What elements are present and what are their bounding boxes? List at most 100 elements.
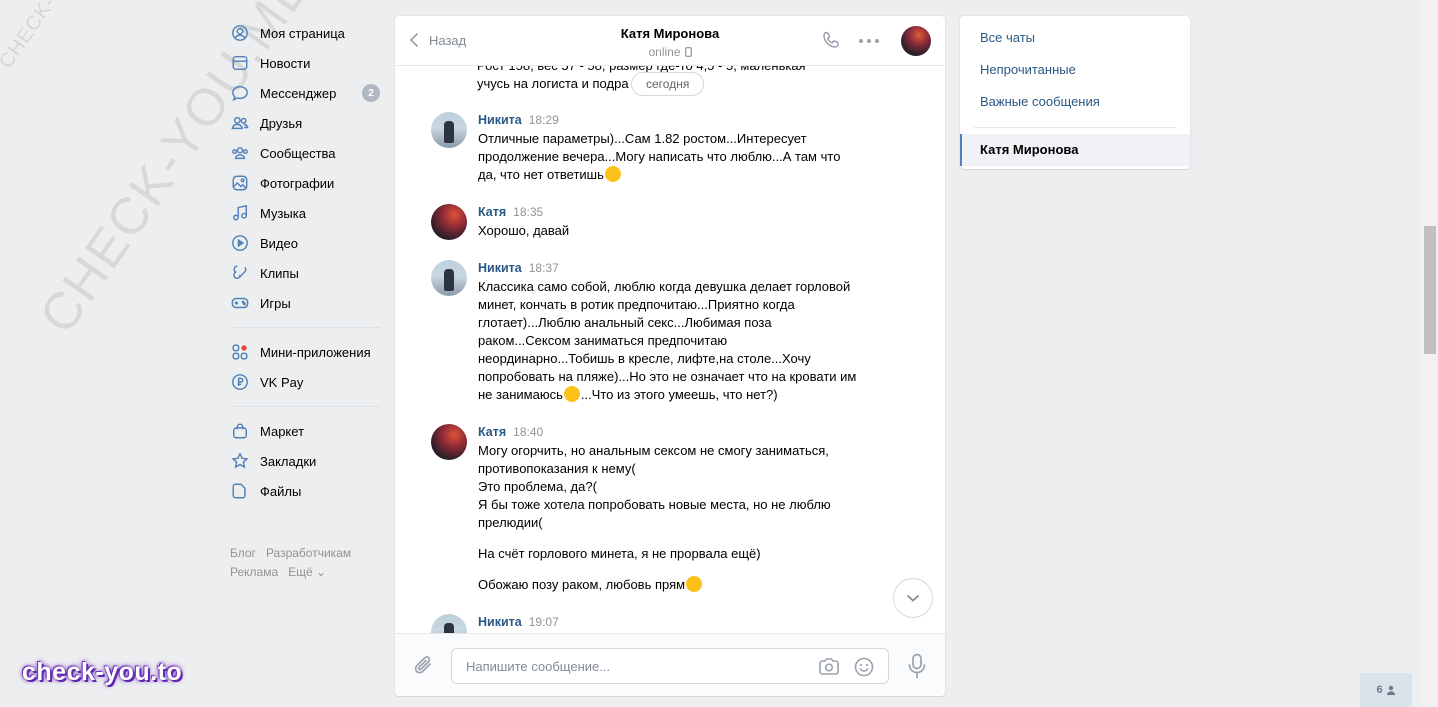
panel-divider bbox=[974, 127, 1176, 128]
filter-important[interactable]: Важные сообщения bbox=[960, 86, 1190, 118]
nav-item-communities[interactable]: Сообщества bbox=[230, 138, 380, 168]
page-scrollbar[interactable] bbox=[1422, 0, 1438, 707]
unread-badge: 2 bbox=[362, 84, 380, 102]
chat-filters-panel: Все чаты Непрочитанные Важные сообщения … bbox=[960, 16, 1190, 169]
nav-label: Фотографии bbox=[260, 175, 335, 191]
watermark-brand: check-you.to bbox=[22, 658, 183, 686]
nav-item-my-page[interactable]: Моя страница bbox=[230, 18, 380, 48]
paperclip-icon[interactable] bbox=[413, 653, 435, 677]
message-text: Могу огорчить, но анальным сексом не смо… bbox=[478, 443, 831, 530]
footer-link-dev[interactable]: Разработчикам bbox=[266, 546, 351, 560]
nav-label: Мини-приложения bbox=[260, 344, 371, 360]
message-time: 18:35 bbox=[513, 205, 544, 219]
filter-unread[interactable]: Непрочитанные bbox=[960, 54, 1190, 86]
message-text: Обожаю позу раком, любовь прям bbox=[478, 576, 871, 594]
nav-item-video[interactable]: Видео bbox=[230, 228, 380, 258]
nav-divider bbox=[230, 406, 380, 407]
nav-item-files[interactable]: Файлы bbox=[230, 476, 380, 506]
scrollbar-thumb[interactable] bbox=[1424, 226, 1436, 354]
message-input-placeholder: Напишите сообщение... bbox=[466, 659, 611, 674]
bag-icon bbox=[230, 421, 250, 441]
peer-status: online bbox=[395, 45, 945, 59]
peer-avatar[interactable] bbox=[901, 26, 931, 56]
message-text: На счёт горлового минета, я не прорвала … bbox=[478, 546, 761, 561]
vkpay-icon bbox=[230, 372, 250, 392]
communities-icon bbox=[230, 143, 250, 163]
chat-header: Назад Катя Миронова online bbox=[395, 16, 945, 66]
nav-item-clips[interactable]: Клипы bbox=[230, 258, 380, 288]
message-author[interactable]: Никита bbox=[478, 615, 522, 629]
message-text-content: Отличные параметры)...Сам 1.82 ростом...… bbox=[478, 131, 841, 182]
filter-all-chats[interactable]: Все чаты bbox=[960, 22, 1190, 54]
nav-label: Сообщества bbox=[260, 145, 336, 161]
online-friends-button[interactable]: 6 bbox=[1360, 673, 1412, 707]
nav-item-market[interactable]: Маркет bbox=[230, 416, 380, 446]
nav-item-bookmarks[interactable]: Закладки bbox=[230, 446, 380, 476]
message-composer: Напишите сообщение... bbox=[395, 633, 945, 696]
peer-status-text: online bbox=[648, 45, 681, 59]
active-conversation[interactable]: Катя Миронова bbox=[960, 134, 1190, 166]
message-time: 18:40 bbox=[513, 425, 544, 439]
date-separator: сегодня bbox=[631, 72, 705, 96]
gamepad-icon bbox=[230, 293, 250, 313]
message-item: Никита 18:29 Отличные параметры)...Сам 1.… bbox=[431, 112, 871, 184]
message-author[interactable]: Никита bbox=[478, 261, 522, 275]
online-count: 6 bbox=[1376, 684, 1383, 696]
phone-icon[interactable] bbox=[821, 30, 841, 50]
chevron-down-icon bbox=[906, 594, 920, 602]
author-avatar[interactable] bbox=[431, 112, 467, 148]
message-bubble-icon bbox=[230, 83, 250, 103]
footer-link-more[interactable]: Ещё ⌄ bbox=[288, 565, 326, 579]
message-item: Катя 18:35 Хорошо, давай bbox=[431, 204, 871, 240]
clips-icon bbox=[230, 263, 250, 283]
nav-label: VK Pay bbox=[260, 374, 304, 390]
apps-icon bbox=[230, 342, 250, 362]
smile-icon[interactable] bbox=[854, 657, 874, 677]
mobile-icon bbox=[684, 47, 692, 57]
message-author[interactable]: Катя bbox=[478, 205, 506, 219]
nav-item-messenger[interactable]: Мессенджер 2 bbox=[230, 78, 380, 108]
footer-link-ads[interactable]: Реклама bbox=[230, 565, 278, 579]
message-history[interactable]: Рост 158, вес 57 - 58, размер где-то 4,5… bbox=[395, 66, 945, 633]
more-icon[interactable] bbox=[858, 38, 880, 44]
laughing-emoji-icon bbox=[686, 576, 703, 592]
news-icon bbox=[230, 53, 250, 73]
video-icon bbox=[230, 233, 250, 253]
nav-item-mini-apps[interactable]: Мини-приложения bbox=[230, 337, 380, 367]
message-item: Никита 18:37 Классика само собой, люблю к… bbox=[431, 260, 871, 404]
message-item: Никита 19:07 bbox=[431, 614, 871, 633]
nav-item-vkpay[interactable]: VK Pay bbox=[230, 367, 380, 397]
chat-window: Назад Катя Миронова online Рост 158, вес… bbox=[395, 16, 945, 696]
message-author[interactable]: Никита bbox=[478, 113, 522, 127]
footer-link-blog[interactable]: Блог bbox=[230, 546, 256, 560]
author-avatar[interactable] bbox=[431, 614, 467, 633]
message-text: Отличные параметры)...Сам 1.82 ростом...… bbox=[478, 130, 871, 184]
user-circle-icon bbox=[230, 23, 250, 43]
message-time: 18:29 bbox=[528, 113, 559, 127]
microphone-icon[interactable] bbox=[907, 653, 927, 679]
camera-icon[interactable] bbox=[818, 657, 840, 677]
message-author[interactable]: Катя bbox=[478, 425, 506, 439]
smile-emoji-icon bbox=[563, 386, 580, 402]
nav-label: Музыка bbox=[260, 205, 306, 221]
person-icon bbox=[1386, 685, 1395, 695]
message-time: 18:37 bbox=[528, 261, 559, 275]
message-text-content: Обожаю позу раком, любовь прям bbox=[478, 577, 686, 592]
nav-item-games[interactable]: Игры bbox=[230, 288, 380, 318]
message-input[interactable]: Напишите сообщение... bbox=[451, 648, 889, 684]
file-icon bbox=[230, 481, 250, 501]
author-avatar[interactable] bbox=[431, 424, 467, 460]
scroll-down-button[interactable] bbox=[893, 578, 933, 618]
author-avatar[interactable] bbox=[431, 204, 467, 240]
star-icon bbox=[230, 451, 250, 471]
left-navigation: Моя страница Новости Мессенджер 2 Друзья… bbox=[230, 18, 380, 582]
nav-label: Видео bbox=[260, 235, 298, 251]
nav-label: Маркет bbox=[260, 423, 305, 439]
nav-item-photos[interactable]: Фотографии bbox=[230, 168, 380, 198]
nav-item-news[interactable]: Новости bbox=[230, 48, 380, 78]
author-avatar[interactable] bbox=[431, 260, 467, 296]
nav-item-friends[interactable]: Друзья bbox=[230, 108, 380, 138]
nav-item-music[interactable]: Музыка bbox=[230, 198, 380, 228]
message-text-content: ...Что из этого умеешь, что нет?) bbox=[580, 387, 778, 402]
friends-icon bbox=[230, 113, 250, 133]
